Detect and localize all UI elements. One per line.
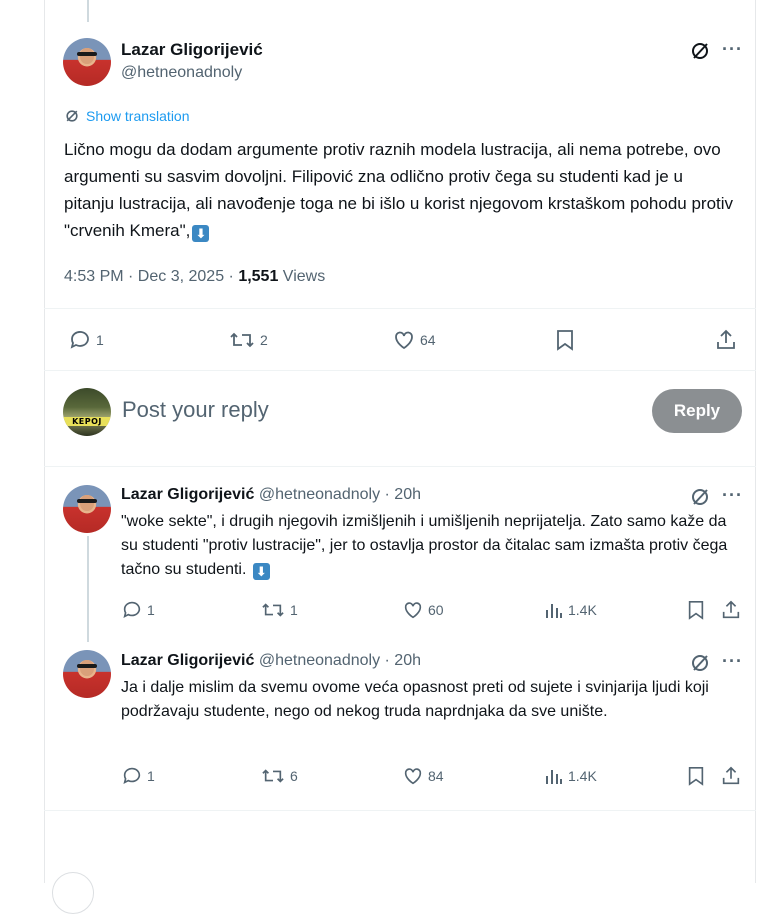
bookmark-icon [688, 767, 704, 786]
repost-button[interactable]: 2 [228, 328, 268, 352]
reply-button[interactable]: 1 [68, 328, 104, 352]
more-icon[interactable]: ··· [722, 651, 743, 672]
reply-icon [123, 767, 141, 784]
views-icon [546, 770, 562, 784]
thread-line [87, 536, 89, 642]
show-translation-label: Show translation [86, 108, 190, 124]
like-button[interactable]: 64 [392, 328, 436, 352]
tweet-text-content: Lično mogu da dodam argumente protiv raz… [64, 140, 734, 240]
show-translation-link[interactable]: Show translation [64, 108, 190, 124]
reply-icon [70, 331, 89, 349]
views-button[interactable]: 1.4K [544, 599, 597, 621]
share-button[interactable] [720, 765, 742, 787]
repost-button[interactable]: 1 [260, 599, 298, 621]
bookmark-button[interactable] [686, 765, 706, 787]
author-handle[interactable]: @hetneonadnoly · 20h [259, 652, 421, 669]
heart-icon [395, 331, 413, 350]
views-icon [546, 604, 562, 618]
bookmark-button[interactable] [554, 328, 576, 352]
author-name[interactable]: Lazar Gligorijević [121, 40, 263, 60]
repost-icon [262, 603, 284, 617]
author-name[interactable]: Lazar Gligorijević [121, 486, 254, 503]
views-label: Views [278, 268, 326, 285]
reply-count: 1 [147, 602, 155, 618]
divider [44, 370, 756, 371]
grok-icon[interactable] [690, 487, 710, 507]
reply-button[interactable]: 1 [121, 765, 155, 787]
author-name[interactable]: Lazar Gligorijević [121, 652, 254, 669]
like-count: 64 [420, 332, 436, 348]
tweet-timestamp[interactable]: 4:53 PM · Dec 3, 2025 · 1,551 Views [64, 268, 325, 286]
share-icon [717, 329, 735, 349]
avatar-glasses [77, 499, 97, 504]
share-button[interactable] [720, 599, 742, 621]
like-count: 84 [428, 768, 444, 784]
divider [44, 466, 756, 467]
reply-icon [123, 601, 141, 618]
reply-header[interactable]: Lazar Gligorijević @hetneonadnoly · 20h [121, 486, 421, 504]
author-handle[interactable]: @hetneonadnoly [121, 64, 242, 82]
reply-text-content: "woke sekte", i drugih njegovih izmišlje… [121, 513, 728, 578]
grok-icon[interactable] [690, 41, 710, 61]
reply-button[interactable]: 1 [121, 599, 155, 621]
divider [44, 308, 756, 309]
avatar[interactable] [63, 38, 111, 86]
share-icon [722, 766, 740, 785]
views-count: 1,551 [238, 268, 279, 285]
reply-count: 1 [96, 332, 104, 348]
avatar[interactable] [63, 485, 111, 533]
reply-header[interactable]: Lazar Gligorijević @hetneonadnoly · 20h [121, 652, 421, 670]
reply-text: Ja i dalje mislim da svemu ovome veća op… [121, 679, 709, 720]
share-icon [722, 600, 740, 619]
reply-input[interactable]: Post your reply [122, 397, 269, 423]
like-button[interactable]: 60 [402, 599, 444, 621]
more-icon[interactable]: ··· [722, 39, 743, 60]
bookmark-icon [557, 330, 573, 351]
tweet-time: 4:53 PM · Dec 3, 2025 · [64, 268, 239, 285]
bookmark-icon [688, 601, 704, 620]
divider [44, 810, 756, 811]
share-button[interactable] [714, 328, 738, 352]
grok-icon[interactable] [690, 653, 710, 673]
like-count: 60 [428, 602, 444, 618]
avatar-glasses [77, 664, 97, 669]
heart-icon [404, 768, 422, 785]
down-arrow-emoji-icon: ⬇ [192, 225, 210, 242]
repost-count: 2 [260, 332, 268, 348]
bookmark-button[interactable] [686, 599, 706, 621]
repost-count: 1 [290, 602, 298, 618]
like-button[interactable]: 84 [402, 765, 444, 787]
author-handle[interactable]: @hetneonadnoly · 20h [259, 486, 421, 503]
repost-count: 6 [290, 768, 298, 784]
thread-line-top [87, 0, 89, 22]
reply-submit-button[interactable]: Reply [652, 389, 742, 433]
views-button[interactable]: 1.4K [544, 765, 597, 787]
partial-avatar [52, 872, 94, 914]
down-arrow-emoji-icon: ⬇ [252, 563, 270, 580]
heart-icon [404, 602, 422, 619]
reply-text: "woke sekte", i drugih njegovih izmišlje… [121, 510, 736, 582]
avatar-label: KEPOJ [63, 417, 111, 426]
views-count: 1.4K [568, 602, 597, 618]
avatar[interactable] [63, 650, 111, 698]
repost-icon [262, 769, 284, 783]
current-user-avatar[interactable]: KEPOJ [63, 388, 111, 436]
reply-count: 1 [147, 768, 155, 784]
grok-icon [66, 110, 78, 122]
tweet-text: Lično mogu da dodam argumente protiv raz… [64, 136, 734, 244]
repost-button[interactable]: 6 [260, 765, 298, 787]
avatar-glasses [77, 52, 97, 57]
more-icon[interactable]: ··· [722, 485, 743, 506]
repost-icon [230, 332, 254, 348]
timeline-column [44, 0, 756, 883]
views-count: 1.4K [568, 768, 597, 784]
